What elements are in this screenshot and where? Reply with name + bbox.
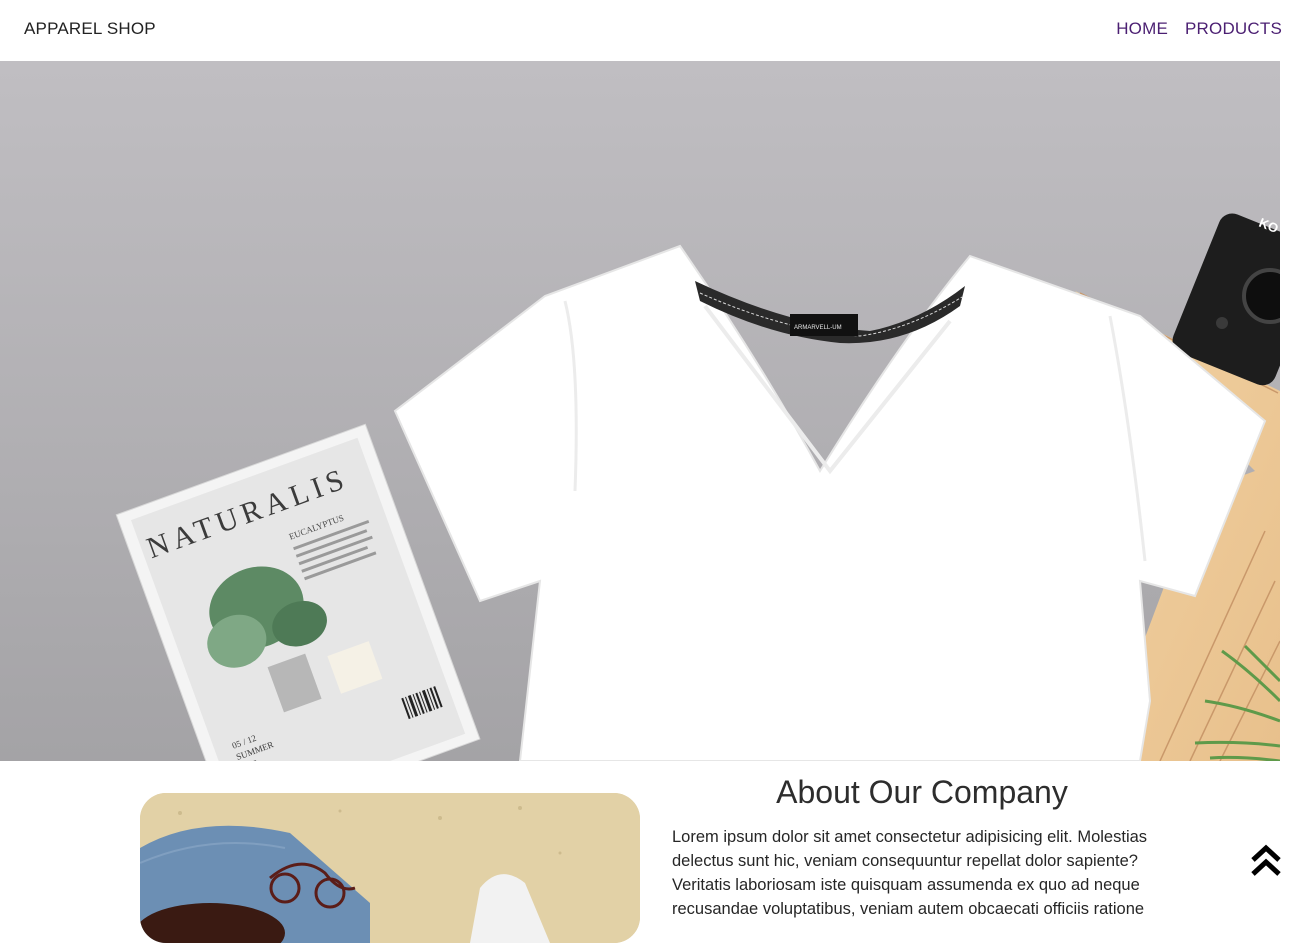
scroll-to-top-button[interactable]	[1250, 843, 1282, 879]
main-nav: HOME PRODUCTS	[1116, 19, 1282, 39]
hero-banner: KO NATURALIS EUCALYPTUS 05 / 12 SUMMER A…	[0, 61, 1280, 761]
hero-image: KO NATURALIS EUCALYPTUS 05 / 12 SUMMER A…	[0, 61, 1280, 761]
site-header: APPAREL SHOP HOME PRODUCTS	[0, 0, 1314, 61]
beach-photo	[140, 793, 640, 943]
nav-products-link[interactable]: PRODUCTS	[1185, 19, 1282, 39]
brand-logo[interactable]: APPAREL SHOP	[24, 19, 156, 39]
about-image	[140, 793, 640, 943]
about-title: About Our Company	[776, 774, 1068, 810]
nav-home-link[interactable]: HOME	[1116, 19, 1168, 39]
double-chevron-up-icon	[1251, 844, 1281, 876]
tshirt-brand-tag: ARMARVELL-UM	[794, 325, 842, 331]
